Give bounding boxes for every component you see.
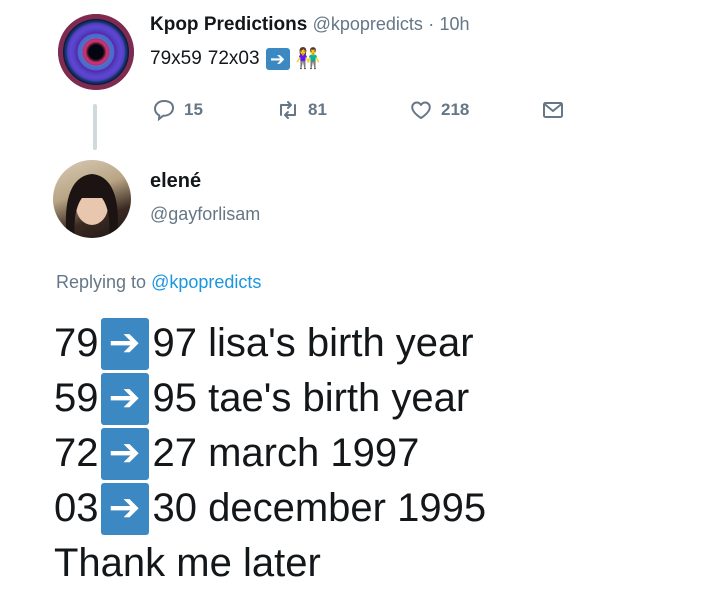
reply-button[interactable]: 15: [152, 98, 276, 122]
reply-count: 15: [184, 100, 203, 119]
retweet-button[interactable]: 81: [276, 98, 409, 122]
tweet-text-a: 79x59: [150, 48, 202, 69]
heart-icon: [411, 101, 431, 119]
list-item: 03 ➔ 30 december 1995: [54, 481, 486, 536]
list-item: 79 ➔ 97 lisa's birth year: [54, 316, 486, 371]
author-name[interactable]: elené: [150, 170, 201, 193]
list-item: 59 ➔ 95 tae's birth year: [54, 371, 486, 426]
author-handle[interactable]: @kpopredicts: [313, 14, 423, 34]
line-left: 59: [54, 376, 99, 420]
like-button[interactable]: 218: [409, 98, 541, 122]
direct-message-button[interactable]: [541, 98, 565, 122]
line-right: 97 lisa's birth year: [152, 321, 474, 365]
replying-label: Replying to: [56, 272, 147, 292]
line-right: 95 tae's birth year: [152, 376, 470, 420]
couple-icon: 👫: [295, 48, 321, 70]
timestamp[interactable]: 10h: [439, 14, 469, 34]
envelope-icon: [543, 102, 563, 118]
tweet-text-b: 72x03: [207, 48, 260, 69]
thread-line: [93, 104, 97, 150]
right-arrow-icon: ➔: [100, 317, 149, 370]
separator: ·: [428, 14, 435, 34]
profile-photo: [66, 174, 118, 238]
author-handle[interactable]: @gayforlisam: [150, 204, 260, 225]
tweet-header: Kpop Predictions @kpopredicts · 10h: [150, 14, 470, 36]
avatar[interactable]: [58, 14, 134, 90]
reply-icon: [153, 99, 175, 122]
mention-link[interactable]: @kpopredicts: [151, 272, 261, 292]
right-arrow-icon: ➔: [100, 427, 149, 480]
line-right: 27 march 1997: [152, 431, 420, 475]
retweet-count: 81: [308, 100, 327, 119]
tweet-body: 79 ➔ 97 lisa's birth year 59 ➔ 95 tae's …: [54, 316, 486, 591]
line-left: 79: [54, 321, 99, 365]
author-name[interactable]: Kpop Predictions: [150, 14, 307, 35]
retweet-icon: [280, 101, 296, 119]
list-item: 72 ➔ 27 march 1997: [54, 426, 486, 481]
tweet-actions: 15 81 218: [152, 98, 565, 122]
right-arrow-icon: ➔: [265, 48, 290, 70]
line-left: 03: [54, 486, 99, 530]
right-arrow-icon: ➔: [100, 372, 149, 425]
avatar[interactable]: [53, 160, 131, 238]
line-right: 30 december 1995: [152, 486, 487, 530]
tweet-text: 79x59 72x03 ➔ 👫: [150, 48, 320, 70]
right-arrow-icon: ➔: [100, 482, 149, 535]
replying-to: Replying to @kpopredicts: [56, 272, 261, 293]
like-count: 218: [441, 100, 470, 119]
line-left: 72: [54, 431, 99, 475]
nebula-image: [58, 14, 134, 90]
